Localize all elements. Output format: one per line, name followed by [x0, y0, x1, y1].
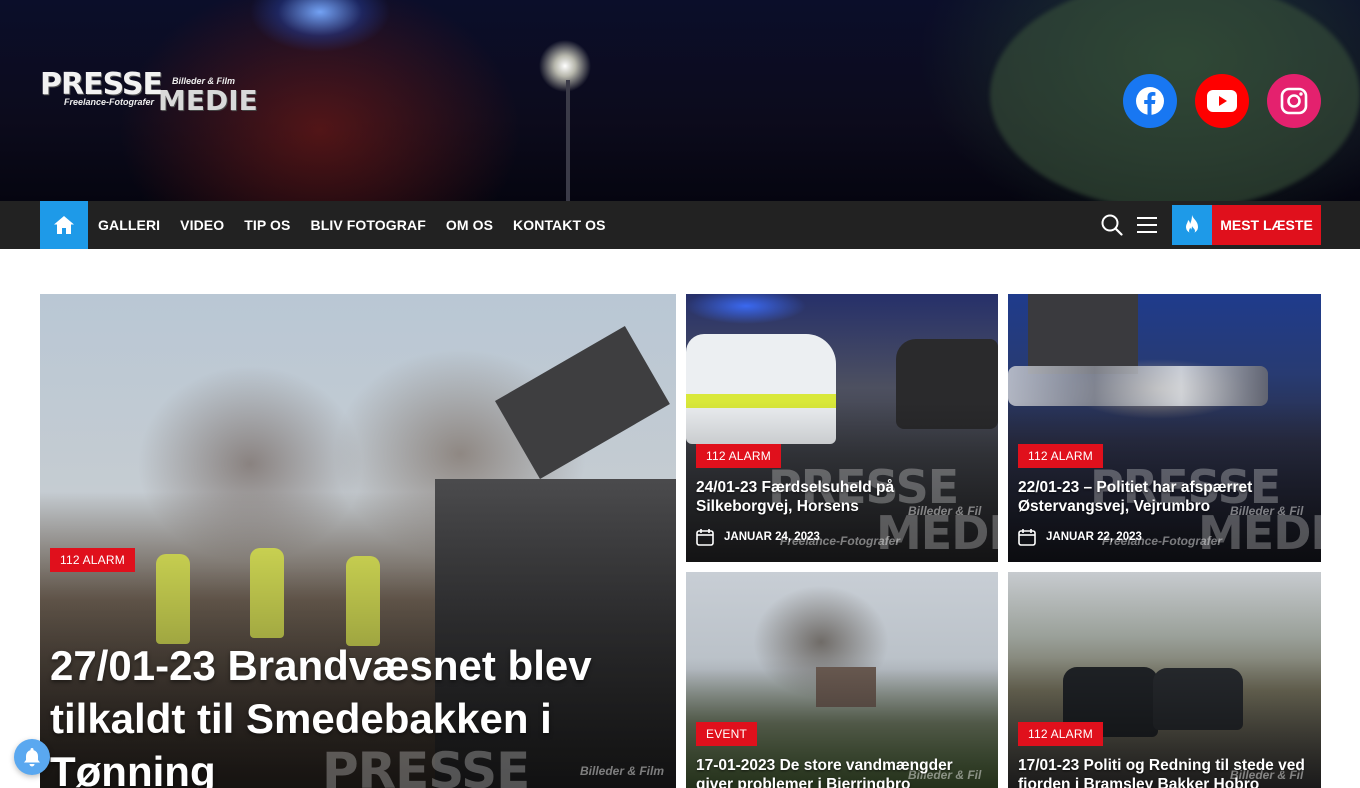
nav-item-bliv-fotograf[interactable]: BLIV FOTOGRAF: [310, 217, 425, 233]
card-date: JANUAR 24, 2023: [696, 528, 820, 546]
header-banner: PRESSE Billeder & Film Freelance-Fotogra…: [0, 0, 1360, 201]
card-date: JANUAR 22, 2023: [1018, 528, 1142, 546]
category-badge[interactable]: 112 ALARM: [1018, 722, 1103, 746]
site-logo[interactable]: PRESSE Billeder & Film Freelance-Fotogra…: [40, 70, 272, 118]
featured-title[interactable]: 27/01-23 Brandvæsnet blev tilkaldt til S…: [50, 639, 650, 788]
calendar-icon: [696, 529, 714, 546]
hamburger-icon: [1137, 217, 1157, 233]
category-badge[interactable]: 112 ALARM: [50, 548, 135, 572]
notification-bell-button[interactable]: [14, 739, 50, 775]
card-title[interactable]: 17-01-2023 De store vandmængder giver pr…: [696, 756, 986, 788]
instagram-link[interactable]: [1267, 74, 1321, 128]
card-title[interactable]: 24/01-23 Færdselsuheld på Silkeborgvej, …: [696, 478, 986, 516]
nav-item-om-os[interactable]: OM OS: [446, 217, 493, 233]
post-card[interactable]: Billeder & Fil 112 ALARM 17/01-23 Politi…: [1008, 572, 1321, 788]
category-badge[interactable]: EVENT: [696, 722, 758, 746]
youtube-link[interactable]: [1195, 74, 1249, 128]
nav-item-tip-os[interactable]: TIP OS: [244, 217, 290, 233]
card-date-text: JANUAR 24, 2023: [724, 531, 820, 543]
featured-post[interactable]: PRESSE Billeder & Film 112 ALARM 27/01-2…: [40, 294, 676, 788]
logo-medie: MEDIE: [158, 84, 258, 117]
post-card[interactable]: PRESSE MEDI Billeder & Fil Freelance-Fot…: [1008, 294, 1321, 562]
calendar-icon: [1018, 529, 1036, 546]
nav-item-kontakt-os[interactable]: KONTAKT OS: [513, 217, 606, 233]
mest-laeste-button[interactable]: MEST LÆSTE: [1212, 205, 1321, 245]
card-title[interactable]: 17/01-23 Politi og Redning til stede ved…: [1018, 756, 1313, 788]
card-title[interactable]: 22/01-23 – Politiet har afspærret Østerv…: [1018, 478, 1313, 516]
menu-toggle-button[interactable]: [1137, 216, 1157, 234]
mest-laeste-icon-button[interactable]: [1172, 205, 1212, 245]
card-date-text: JANUAR 22, 2023: [1046, 531, 1142, 543]
logo-presse: PRESSE: [40, 67, 163, 102]
nav-item-video[interactable]: VIDEO: [180, 217, 224, 233]
category-badge[interactable]: 112 ALARM: [696, 444, 781, 468]
card-image-cars: [1008, 366, 1268, 406]
main-menu: GALLERI VIDEO TIP OS BLIV FOTOGRAF OM OS…: [98, 201, 626, 249]
home-button[interactable]: [40, 201, 88, 249]
instagram-icon: [1280, 87, 1308, 115]
street-lamp: [566, 80, 570, 201]
facebook-link[interactable]: [1123, 74, 1177, 128]
post-card[interactable]: Billeder & Fil EVENT 17-01-2023 De store…: [686, 572, 998, 788]
logo-tag-bottom: Freelance-Fotografer: [64, 97, 155, 107]
search-button[interactable]: [1101, 214, 1123, 236]
category-badge[interactable]: 112 ALARM: [1018, 444, 1103, 468]
facebook-icon: [1136, 87, 1164, 115]
youtube-icon: [1207, 90, 1237, 112]
search-icon: [1101, 214, 1123, 236]
flame-icon: [1186, 215, 1198, 234]
post-card[interactable]: PRESSE MEDI Billeder & Fil Freelance-Fot…: [686, 294, 998, 562]
bell-icon: [24, 748, 40, 767]
main-navbar: GALLERI VIDEO TIP OS BLIV FOTOGRAF OM OS…: [0, 201, 1360, 249]
nav-item-galleri[interactable]: GALLERI: [98, 217, 160, 233]
home-icon: [54, 216, 74, 234]
card-image-house: [1028, 294, 1138, 374]
